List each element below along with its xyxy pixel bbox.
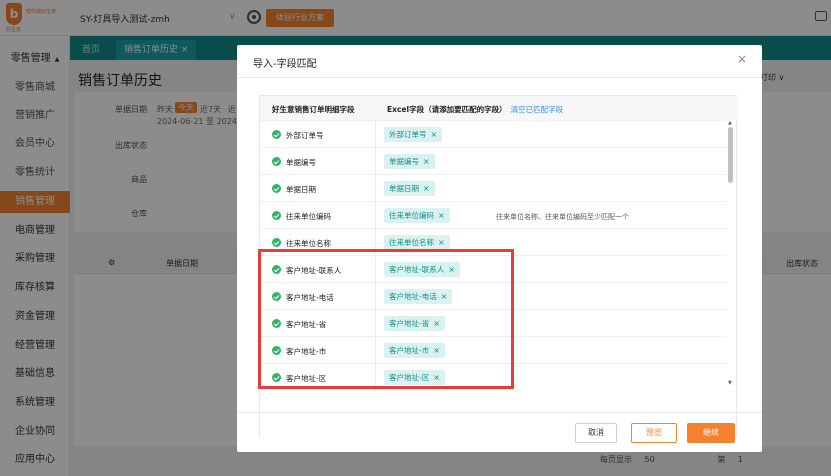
remove-tag-icon[interactable]: × — [438, 238, 445, 247]
check-circle-icon — [272, 211, 281, 220]
col-header-system-field: 好生意销售订单明细字段 — [272, 105, 355, 114]
excel-field-tag[interactable]: 单据编号 × — [384, 154, 435, 169]
system-field-name: 外部订单号 — [286, 131, 324, 140]
col-header-excel-label: Excel字段（请添加要匹配的字段） — [387, 105, 507, 114]
remove-tag-icon[interactable]: × — [438, 211, 445, 220]
highlight-box — [258, 249, 514, 389]
column-divider — [375, 202, 376, 229]
column-divider — [375, 148, 376, 175]
clear-matched-link[interactable]: 清空已匹配字段 — [511, 105, 564, 114]
col-header-excel-field: Excel字段（请添加要匹配的字段） 清空已匹配字段 — [387, 104, 563, 115]
check-circle-icon — [272, 238, 281, 247]
column-divider — [375, 175, 376, 202]
table-header: 好生意销售订单明细字段 Excel字段（请添加要匹配的字段） 清空已匹配字段 — [260, 96, 738, 120]
table-row: 单据编号 单据编号 × — [260, 147, 726, 175]
excel-field-tag[interactable]: 往来单位编码 × — [384, 208, 450, 223]
check-circle-icon — [272, 130, 281, 139]
excel-field-tag[interactable]: 往来单位名称 × — [384, 235, 450, 250]
close-icon[interactable]: × — [737, 52, 747, 66]
remove-tag-icon[interactable]: × — [423, 157, 430, 166]
tag-label: 往来单位编码 — [389, 211, 434, 220]
remove-tag-icon[interactable]: × — [431, 130, 438, 139]
scroll-up-arrow-icon[interactable]: ▲ — [728, 120, 732, 126]
system-field-name: 单据日期 — [286, 185, 316, 194]
column-divider — [375, 121, 376, 148]
tag-label: 单据编号 — [389, 157, 419, 166]
dialog-divider — [237, 77, 762, 78]
excel-field-tag[interactable]: 外部订单号 × — [384, 127, 443, 142]
dialog-title: 导入-字段匹配 — [253, 59, 317, 70]
table-scrollbar[interactable]: ▲ ▼ — [726, 119, 736, 388]
table-row: 往来单位编码 往来单位编码 × 往来单位名称、往来单位编码至少匹配一个 — [260, 201, 726, 229]
footer-divider — [237, 412, 762, 413]
system-field-name: 单据编号 — [286, 158, 316, 167]
tag-label: 往来单位名称 — [389, 238, 434, 247]
table-row: 单据日期 单据日期 × — [260, 174, 726, 202]
check-circle-icon — [272, 157, 281, 166]
scrollbar-thumb[interactable] — [728, 127, 733, 183]
system-field-name: 往来单位名称 — [286, 239, 331, 248]
tag-label: 单据日期 — [389, 184, 419, 193]
table-row: 外部订单号 外部订单号 × — [260, 120, 726, 148]
check-circle-icon — [272, 184, 281, 193]
tag-label: 外部订单号 — [389, 130, 427, 139]
system-field-name: 往来单位编码 — [286, 212, 331, 221]
remove-tag-icon[interactable]: × — [423, 184, 430, 193]
scroll-down-arrow-icon[interactable]: ▼ — [728, 380, 732, 386]
match-hint-text: 往来单位名称、往来单位编码至少匹配一个 — [496, 213, 629, 221]
cancel-button[interactable]: 取消 — [575, 423, 617, 443]
continue-button[interactable]: 继续 — [687, 423, 735, 443]
preview-button[interactable]: 预览 — [631, 423, 677, 443]
excel-field-tag[interactable]: 单据日期 × — [384, 181, 435, 196]
